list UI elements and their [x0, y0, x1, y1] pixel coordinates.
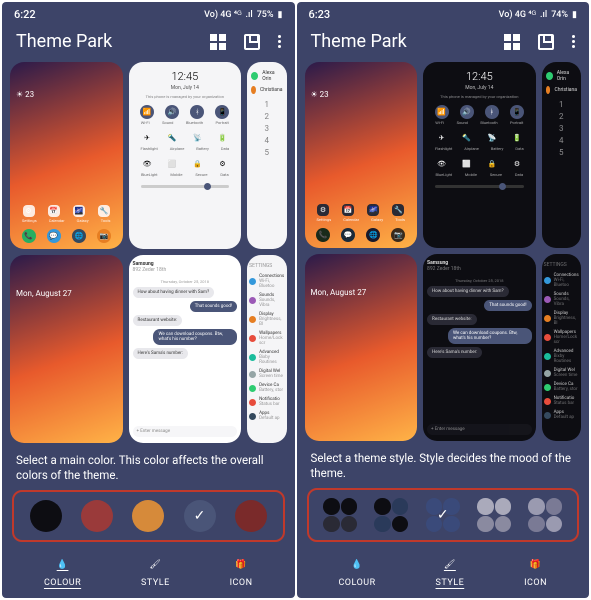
status-right: Vo) 4G ⁴ᴳ .ıl 75% ▮ [204, 8, 282, 21]
color-swatches [12, 490, 285, 542]
bottom-tabs: 💧COLOUR 🖌STYLE 🎁ICON [297, 542, 590, 598]
style-swatches [307, 488, 580, 542]
battery-icon: ▮ [278, 10, 283, 20]
swatch-3[interactable] [132, 500, 164, 532]
instruction-text: Select a main color. This color affects … [2, 443, 295, 490]
preview-quicksettings-light[interactable]: 12:45 Mon, July 14 This phone is managed… [129, 62, 242, 249]
status-time: 6:23 [309, 8, 331, 21]
swatch-1[interactable] [30, 500, 62, 532]
gift-icon: 🎁 [527, 556, 545, 574]
brush-icon: 🖌 [441, 556, 459, 574]
style-swatch-5[interactable] [528, 498, 562, 532]
droplet-icon: 💧 [348, 556, 366, 574]
tab-colour[interactable]: 💧COLOUR [44, 556, 81, 588]
preview-messages-light[interactable]: Samsung892 Zeder 18th Thursday, October … [129, 255, 242, 442]
preview-home[interactable]: ☀ 23 ⚙📅🌌🔧 SettingsCalendarGalaxyTools 📞💬… [305, 62, 418, 248]
style-swatch-2[interactable] [374, 498, 408, 532]
status-right: Vo) 4G ⁴ᴳ .ıl 74% ▮ [499, 8, 577, 21]
preview-lock[interactable]: Mon, August 27 [305, 254, 418, 440]
phone-left: 6:22 Vo) 4G ⁴ᴳ .ıl 75% ▮ Theme Park ☀ 23… [2, 2, 295, 598]
instruction-text: Select a theme style. Style decides the … [297, 441, 590, 488]
swatch-4-selected[interactable] [184, 500, 216, 532]
tab-style[interactable]: 🖌STYLE [436, 556, 465, 588]
style-swatch-4[interactable] [477, 498, 511, 532]
tab-style[interactable]: 🖌STYLE [141, 556, 170, 588]
app-header: Theme Park [2, 23, 295, 62]
grid-icon[interactable] [210, 34, 226, 50]
battery-icon: ▮ [572, 10, 577, 20]
save-icon[interactable] [244, 34, 260, 50]
brush-icon: 🖌 [146, 556, 164, 574]
swatch-5[interactable] [235, 500, 267, 532]
status-time: 6:22 [14, 8, 36, 21]
droplet-icon: 💧 [54, 556, 72, 574]
preview-lock[interactable]: Mon, August 27 [10, 255, 123, 442]
tab-icon[interactable]: 🎁ICON [524, 556, 547, 588]
bottom-tabs: 💧COLOUR 🖌STYLE 🎁ICON [2, 542, 295, 598]
preview-settings-light[interactable]: SETTINGS ConnectionsWi-Fi, Bluetoo Sound… [247, 255, 286, 442]
preview-messages-dark[interactable]: Samsung892 Zeder 18th Thursday, October … [423, 254, 536, 440]
gift-icon: 🎁 [232, 556, 250, 574]
preview-settings-dark[interactable]: SETTINGS ConnectionsWi-Fi, Bluetoo Sound… [542, 254, 581, 440]
preview-dialer-light[interactable]: Alexa Orin Christiana 12345 [247, 62, 286, 249]
status-bar: 6:22 Vo) 4G ⁴ᴳ .ıl 75% ▮ [2, 2, 295, 23]
theme-previews: ☀ 23 ⚙📅🌌🔧 SettingsCalendarGalaxyTools 📞💬… [297, 62, 590, 441]
status-bar: 6:23 Vo) 4G ⁴ᴳ .ıl 74% ▮ [297, 2, 590, 23]
style-swatch-3-selected[interactable] [426, 498, 460, 532]
tab-icon[interactable]: 🎁ICON [230, 556, 253, 588]
preview-quicksettings-dark[interactable]: 12:45 Mon, July 14 This phone is managed… [423, 62, 536, 248]
style-swatch-1[interactable] [323, 498, 357, 532]
more-icon[interactable] [278, 35, 281, 48]
theme-previews: ☀ 23 ⚙📅🌌🔧 SettingsCalendarGalaxyTools 📞💬… [2, 62, 295, 443]
app-title: Theme Park [16, 31, 112, 52]
app-header: Theme Park [297, 23, 590, 62]
tab-colour[interactable]: 💧COLOUR [338, 556, 375, 588]
swatch-2[interactable] [81, 500, 113, 532]
phone-right: 6:23 Vo) 4G ⁴ᴳ .ıl 74% ▮ Theme Park ☀ 23… [297, 2, 590, 598]
preview-home[interactable]: ☀ 23 ⚙📅🌌🔧 SettingsCalendarGalaxyTools 📞💬… [10, 62, 123, 249]
grid-icon[interactable] [504, 34, 520, 50]
preview-dialer-dark[interactable]: Alexa Orin Christiana 12345 [542, 62, 581, 248]
more-icon[interactable] [572, 35, 575, 48]
save-icon[interactable] [538, 34, 554, 50]
app-title: Theme Park [311, 31, 407, 52]
